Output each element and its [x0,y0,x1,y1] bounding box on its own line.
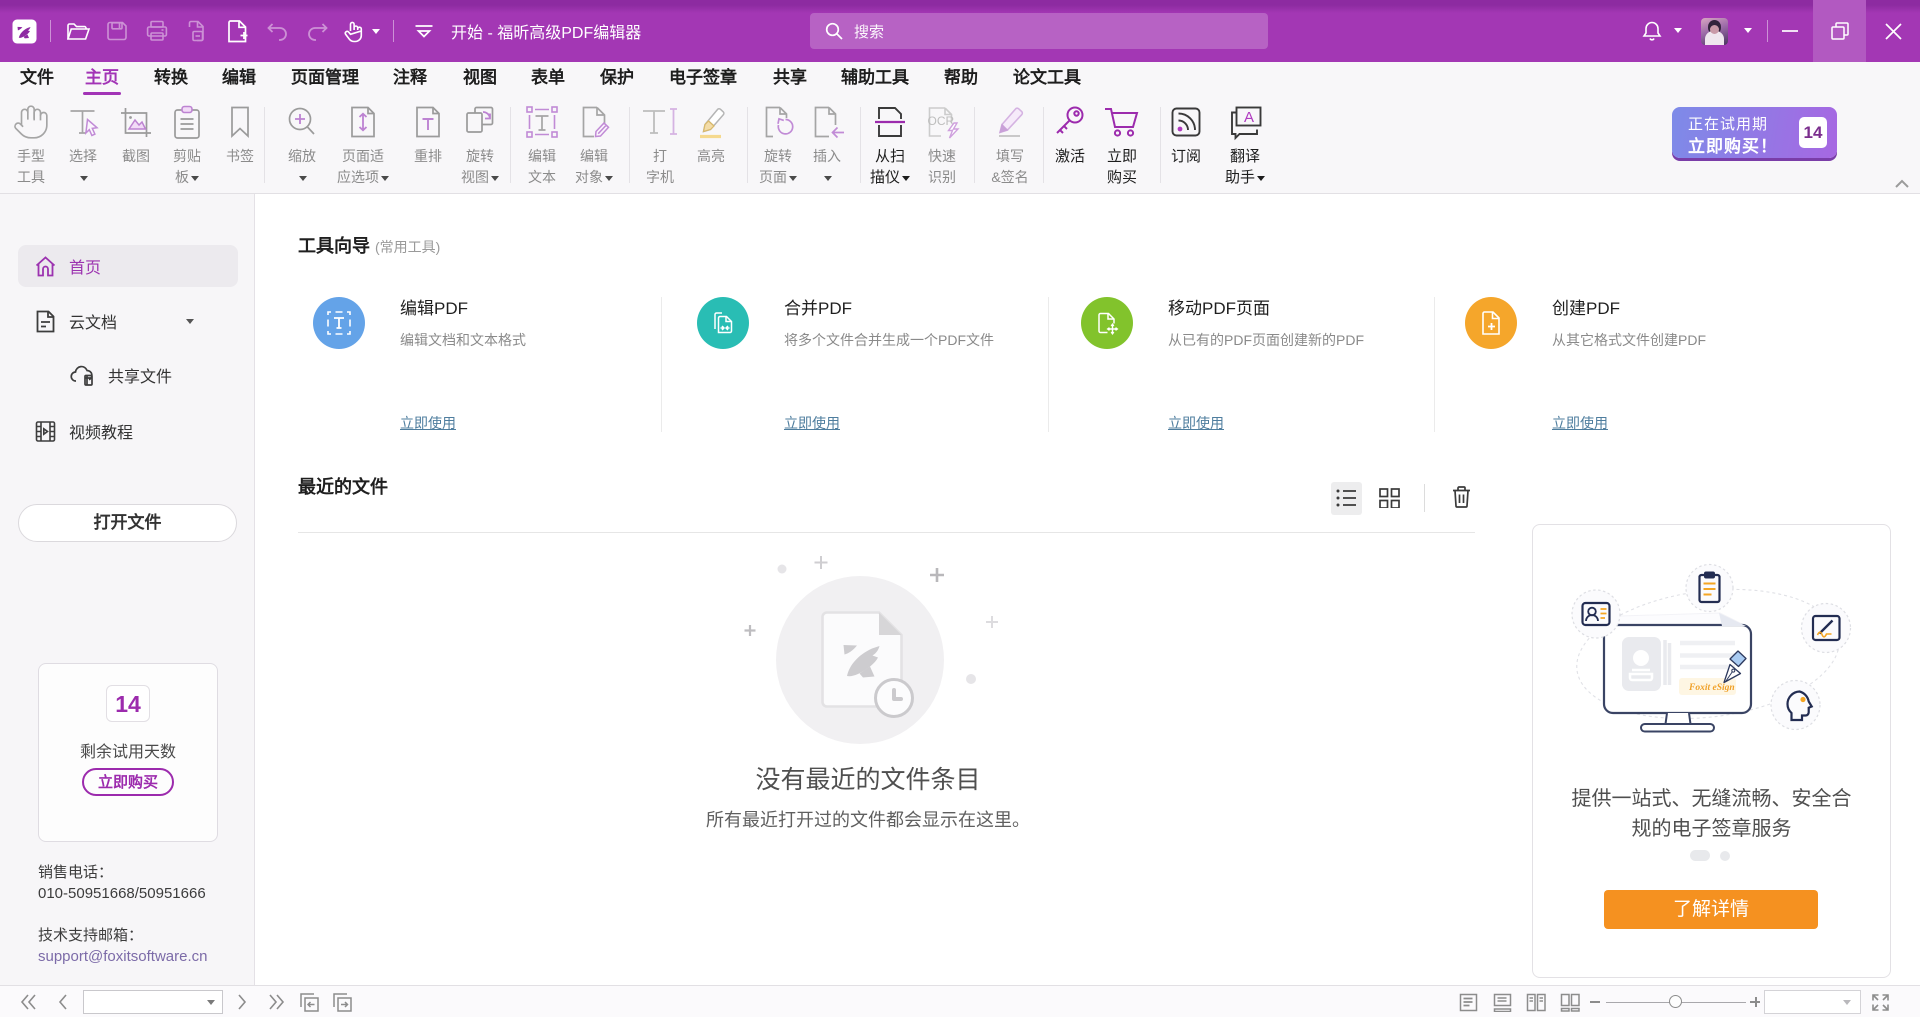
svg-text:Foxit eSign: Foxit eSign [1688,683,1735,693]
svg-text:OCR: OCR [928,114,955,128]
svg-text:A: A [1244,109,1254,126]
